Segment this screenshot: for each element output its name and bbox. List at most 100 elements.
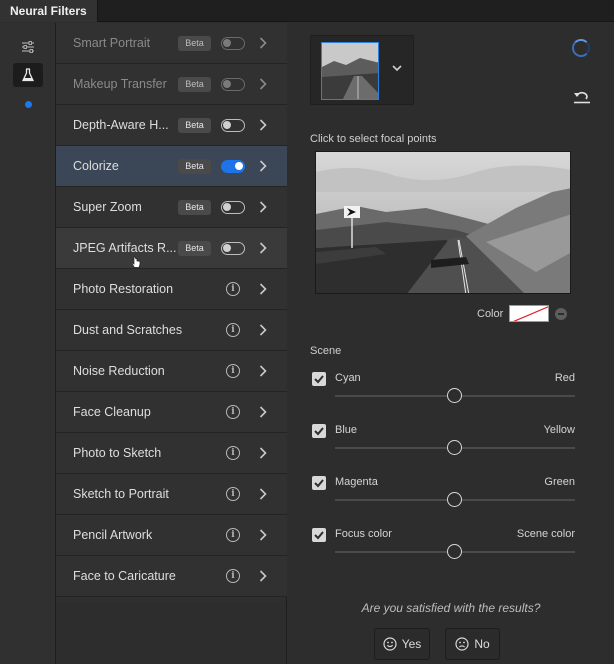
info-icon[interactable]: i <box>226 528 240 542</box>
filter-item[interactable]: Photo Restoration i <box>56 269 287 310</box>
filter-toggle[interactable] <box>221 160 245 173</box>
beta-badge: Beta <box>178 77 211 92</box>
filter-label: Super Zoom <box>73 200 142 214</box>
chevron-right-icon[interactable] <box>257 118 269 132</box>
filter-item[interactable]: Smart Portrait Beta <box>56 23 287 64</box>
filter-item[interactable]: JPEG Artifacts R... Beta <box>56 228 287 269</box>
chevron-right-icon[interactable] <box>257 446 269 460</box>
filter-item[interactable]: Sketch to Portrait i <box>56 474 287 515</box>
chevron-down-icon[interactable] <box>391 63 403 73</box>
panel-tab-neural-filters[interactable]: Neural Filters <box>0 0 98 22</box>
filter-item[interactable]: Face Cleanup i <box>56 392 287 433</box>
image-selector[interactable] <box>310 35 414 105</box>
scene-label: Scene <box>310 345 342 357</box>
filter-item[interactable]: Makeup Transfer Beta <box>56 64 287 105</box>
filter-label: Pencil Artwork <box>73 528 153 542</box>
slider-thumb[interactable] <box>447 388 462 403</box>
chevron-right-icon[interactable] <box>257 159 269 173</box>
feedback-no-button[interactable]: No <box>445 628 500 660</box>
chevron-right-icon[interactable] <box>257 77 269 91</box>
beta-badge: Beta <box>178 200 211 215</box>
slider-right-label: Red <box>554 372 575 384</box>
slider-right-label: Scene color <box>516 528 575 540</box>
chevron-right-icon[interactable] <box>257 487 269 501</box>
slider-right-label: Green <box>544 476 575 488</box>
feedback-yes-button[interactable]: Yes <box>374 628 430 660</box>
focal-point-preview[interactable] <box>315 151 571 294</box>
filter-label: Face Cleanup <box>73 405 151 419</box>
sliders-icon[interactable] <box>13 35 43 59</box>
filter-item[interactable]: Super Zoom Beta <box>56 187 287 228</box>
info-icon[interactable]: i <box>226 405 240 419</box>
info-icon[interactable]: i <box>226 282 240 296</box>
focal-points-label: Click to select focal points <box>310 133 437 145</box>
focus-scene-color-slider-row: Focus color Scene color <box>312 526 576 566</box>
beta-badge: Beta <box>178 241 211 256</box>
cyan-red-slider-row: Cyan Red <box>312 370 576 410</box>
focus-scene-color-checkbox[interactable] <box>312 528 326 542</box>
filter-label: Smart Portrait <box>73 36 151 50</box>
filter-item-selected[interactable]: Colorize Beta <box>56 146 287 187</box>
filter-label: Dust and Scratches <box>73 323 183 337</box>
slider-thumb[interactable] <box>447 440 462 455</box>
info-icon[interactable]: i <box>226 487 240 501</box>
slider-thumb[interactable] <box>447 544 462 559</box>
color-swatch[interactable] <box>509 305 549 322</box>
filter-label: Photo Restoration <box>73 282 174 296</box>
chevron-right-icon[interactable] <box>257 241 269 255</box>
slider-left-label: Magenta <box>335 476 378 488</box>
chevron-right-icon[interactable] <box>257 323 269 337</box>
info-icon[interactable]: i <box>226 364 240 378</box>
flask-icon[interactable] <box>13 63 43 87</box>
filter-toggle[interactable] <box>221 119 245 132</box>
slider-left-label: Focus color <box>335 528 392 540</box>
mouse-cursor-icon <box>131 256 141 268</box>
filter-list-footer <box>56 601 287 664</box>
filter-label: Colorize <box>73 159 119 173</box>
frown-icon <box>455 637 469 651</box>
filter-toggle[interactable] <box>221 201 245 214</box>
filter-item[interactable]: Dust and Scratches i <box>56 310 287 351</box>
filter-item[interactable]: Pencil Artwork i <box>56 515 287 556</box>
beta-badge: Beta <box>178 118 211 133</box>
slider-thumb[interactable] <box>447 492 462 507</box>
filter-label: Photo to Sketch <box>73 446 162 460</box>
chevron-right-icon[interactable] <box>257 405 269 419</box>
filter-toggle[interactable] <box>221 78 245 91</box>
filter-item[interactable]: Noise Reduction i <box>56 351 287 392</box>
chevron-right-icon[interactable] <box>257 569 269 583</box>
chevron-right-icon[interactable] <box>257 528 269 542</box>
tool-rail <box>0 23 56 664</box>
reset-icon[interactable] <box>573 90 591 104</box>
magenta-green-slider-row: Magenta Green <box>312 474 576 514</box>
loading-spinner-icon <box>572 39 590 57</box>
filter-list: Smart Portrait Beta Makeup Transfer Beta… <box>56 23 287 601</box>
blue-yellow-checkbox[interactable] <box>312 424 326 438</box>
image-thumbnail[interactable] <box>321 42 379 100</box>
feedback-no-label: No <box>474 637 490 651</box>
cyan-red-checkbox[interactable] <box>312 372 326 386</box>
chevron-right-icon[interactable] <box>257 364 269 378</box>
color-label: Color <box>477 308 504 320</box>
slider-right-label: Yellow <box>543 424 575 436</box>
magenta-green-checkbox[interactable] <box>312 476 326 490</box>
filter-toggle[interactable] <box>221 37 245 50</box>
chevron-right-icon[interactable] <box>257 36 269 50</box>
chevron-right-icon[interactable] <box>257 200 269 214</box>
info-icon[interactable]: i <box>226 323 240 337</box>
slider-left-label: Blue <box>335 424 358 436</box>
slider-left-label: Cyan <box>335 372 361 384</box>
filter-label: Depth-Aware H... <box>73 118 169 132</box>
filter-item[interactable]: Depth-Aware H... Beta <box>56 105 287 146</box>
chevron-right-icon[interactable] <box>257 282 269 296</box>
smile-icon <box>383 637 397 651</box>
new-indicator-dot <box>25 101 32 108</box>
filter-item[interactable]: Face to Caricature i <box>56 556 287 597</box>
feedback-yes-label: Yes <box>401 637 422 651</box>
info-icon[interactable]: i <box>226 569 240 583</box>
filter-item[interactable]: Photo to Sketch i <box>56 433 287 474</box>
filter-label: Sketch to Portrait <box>73 487 169 501</box>
remove-color-icon[interactable] <box>555 308 567 320</box>
filter-toggle[interactable] <box>221 242 245 255</box>
info-icon[interactable]: i <box>226 446 240 460</box>
